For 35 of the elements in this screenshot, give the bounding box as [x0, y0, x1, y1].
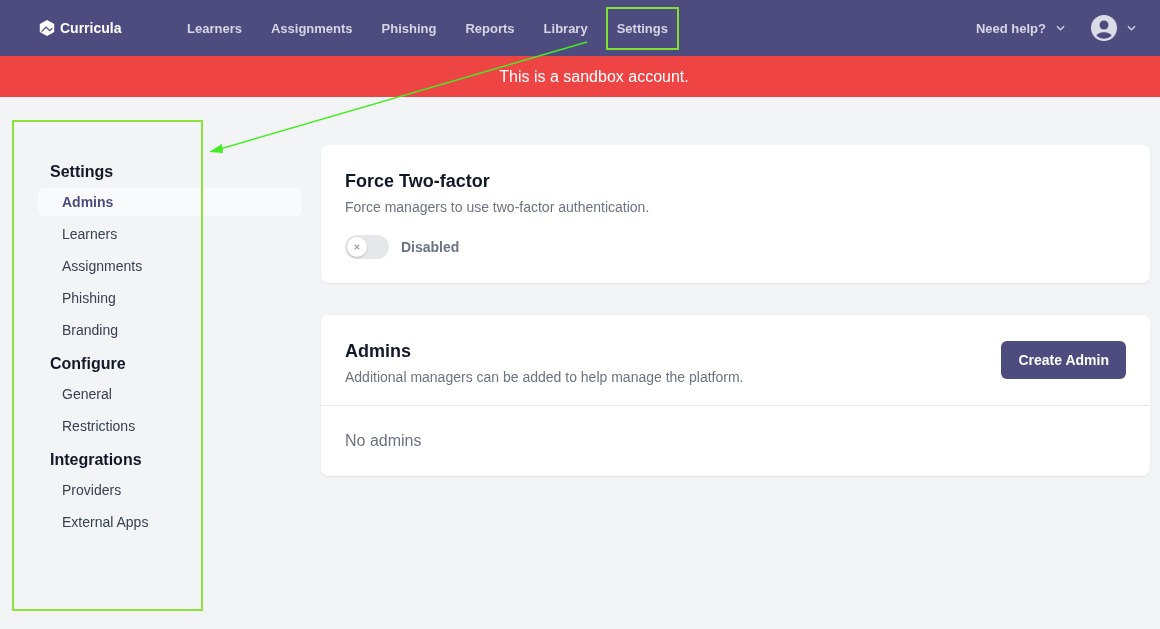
- sidebar-item[interactable]: Providers: [38, 476, 302, 504]
- help-menu[interactable]: Need help?: [975, 20, 1065, 36]
- nav-link[interactable]: Assignments: [259, 6, 364, 50]
- banner-text: This is a sandbox account.: [499, 67, 689, 86]
- sidebar-item[interactable]: Assignments: [38, 252, 302, 280]
- sidebar-item[interactable]: Branding: [38, 316, 302, 344]
- empty-state-text: No admins: [344, 431, 423, 451]
- nav-link[interactable]: Settings: [605, 6, 679, 50]
- sidebar-heading: Integrations: [49, 450, 143, 470]
- card-description: Force managers to use two-factor authentication.: [345, 199, 651, 215]
- sidebar-item[interactable]: General: [38, 380, 302, 408]
- avatar-icon: [1091, 15, 1117, 41]
- nav-link[interactable]: Reports: [454, 6, 526, 50]
- chevron-down-icon: [1127, 25, 1136, 31]
- create-admin-button[interactable]: Create Admin: [1001, 341, 1126, 379]
- toggle-switch[interactable]: [345, 235, 389, 259]
- sidebar-item[interactable]: Phishing: [38, 284, 302, 312]
- sidebar-item[interactable]: Learners: [38, 220, 302, 248]
- x-icon: [354, 244, 360, 250]
- user-menu[interactable]: [1091, 15, 1136, 41]
- nav-link[interactable]: Learners: [176, 6, 253, 50]
- card-description: Additional managers can be added to help manage the platform.: [345, 369, 744, 385]
- nav-link[interactable]: Phishing: [370, 6, 448, 50]
- card-title: Force Two-factor: [345, 171, 491, 192]
- sidebar-item[interactable]: Restrictions: [38, 412, 302, 440]
- sidebar-heading: Configure: [49, 354, 127, 374]
- brand-name[interactable]: Curricula: [60, 20, 122, 36]
- toggle-label: Disabled: [401, 239, 460, 255]
- sidebar-item[interactable]: External Apps: [38, 508, 302, 536]
- card-title: Admins: [345, 341, 412, 362]
- sidebar-item[interactable]: Admins: [38, 188, 302, 216]
- sidebar-heading: Settings: [49, 162, 115, 182]
- chevron-down-icon: [1056, 25, 1065, 31]
- nav-link[interactable]: Library: [532, 6, 599, 50]
- logo-icon: [38, 19, 56, 37]
